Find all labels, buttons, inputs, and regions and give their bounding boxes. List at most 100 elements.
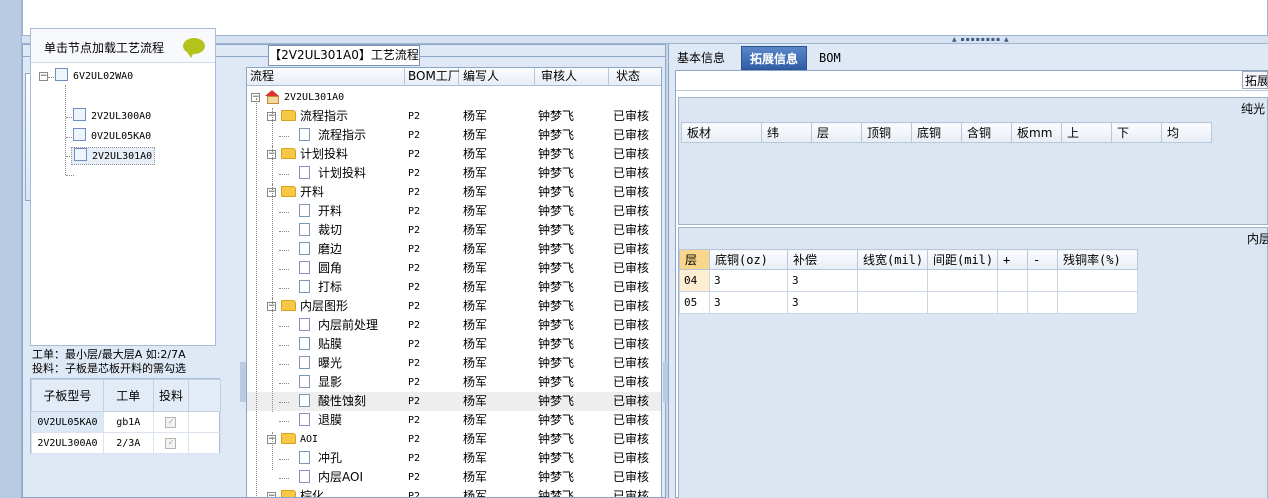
table-row[interactable]: 贴膜 P2 杨军 钟梦飞 已审核 [247, 335, 661, 354]
table-row[interactable]: 裁切 P2 杨军 钟梦飞 已审核 [247, 221, 661, 240]
table-cell[interactable]: 3 [787, 269, 858, 292]
column-header[interactable]: 下 [1111, 122, 1162, 143]
table-row[interactable]: 圆角 P2 杨军 钟梦飞 已审核 [247, 259, 661, 278]
table-row[interactable]: − 流程指示 P2 杨军 钟梦飞 已审核 [247, 107, 661, 126]
column-header[interactable]: - [1027, 249, 1058, 270]
cell-reviewer: 钟梦飞 [538, 489, 575, 498]
table-row[interactable]: − 棕化 P2 杨军 钟梦飞 已审核 [247, 487, 661, 498]
column-header[interactable]: 编写人 [459, 68, 535, 86]
cell-model[interactable]: 2V2UL300A0 [31, 432, 104, 454]
tree-node[interactable]: 2V2UL300A0 [73, 108, 151, 126]
cell-status: 已审核 [613, 147, 650, 161]
extended-toolbar: 拓展 [676, 71, 1268, 91]
column-header[interactable]: 子板型号 [31, 379, 104, 412]
table-row[interactable]: 退膜 P2 杨军 钟梦飞 已审核 [247, 411, 661, 430]
cell-bom-factory: P2 [408, 472, 421, 483]
material-checkbox[interactable]: ✓ [165, 417, 177, 428]
tree-node-selected[interactable]: 2V2UL301A0 [71, 147, 156, 165]
column-header[interactable]: 纬 [761, 122, 812, 143]
cell-writer: 杨军 [463, 299, 488, 313]
table-cell[interactable]: 3 [709, 269, 788, 292]
column-header[interactable]: + [997, 249, 1028, 270]
table-row[interactable]: 2V2UL300A0 2/3A ✓ [31, 432, 221, 454]
column-header[interactable]: 含铜 [961, 122, 1012, 143]
column-header[interactable]: 上 [1061, 122, 1112, 143]
cell-order[interactable]: gb1A [102, 411, 154, 433]
table-row[interactable]: 打标 P2 杨军 钟梦飞 已审核 [247, 278, 661, 297]
table-row[interactable]: 流程指示 P2 杨军 钟梦飞 已审核 [247, 126, 661, 145]
table-cell[interactable] [857, 291, 928, 314]
column-header[interactable]: 审核人 [535, 68, 609, 86]
table-row[interactable]: 曝光 P2 杨军 钟梦飞 已审核 [247, 354, 661, 373]
table-cell[interactable] [997, 269, 1028, 292]
table-row[interactable]: 内层前处理 P2 杨军 钟梦飞 已审核 [247, 316, 661, 335]
tree-header: 单击节点加载工艺流程 [31, 29, 215, 63]
tree-node[interactable]: 0V2UL05KA0 [73, 128, 151, 146]
table-cell[interactable] [997, 291, 1028, 314]
tab-extended-info[interactable]: 拓展信息 [741, 46, 808, 70]
cell-model[interactable]: 0V2UL05KA0 [31, 411, 104, 433]
column-header[interactable]: 线宽(mil) [857, 249, 928, 270]
table-row[interactable]: 冲孔 P2 杨军 钟梦飞 已审核 [247, 449, 661, 468]
column-header[interactable]: 工单 [102, 379, 154, 412]
process-name: 内层图形 [300, 299, 349, 313]
cell-writer: 杨军 [463, 109, 488, 123]
column-header[interactable]: 板mm [1011, 122, 1062, 143]
column-header[interactable]: 均 [1161, 122, 1212, 143]
extend-button[interactable]: 拓展 [1242, 71, 1268, 89]
table-row[interactable]: − 计划投料 P2 杨军 钟梦飞 已审核 [247, 145, 661, 164]
tree-node[interactable]: 6V2UL02WA0 [55, 68, 133, 86]
section-title: 纯光 [1240, 102, 1265, 116]
document-icon [299, 413, 310, 426]
table-row[interactable]: − AOI P2 杨军 钟梦飞 已审核 [247, 430, 661, 449]
table-row[interactable]: − 内层图形 P2 杨军 钟梦飞 已审核 [247, 297, 661, 316]
column-header[interactable]: 补偿 [787, 249, 858, 270]
table-cell[interactable] [857, 269, 928, 292]
table-cell[interactable]: 3 [709, 291, 788, 314]
column-header[interactable]: BOM工厂 [405, 68, 460, 86]
splitter-grip-icon[interactable]: ▲ ▪▪▪▪▪▪▪▪ ▲ [952, 37, 1010, 43]
table-cell[interactable]: 04 [679, 269, 710, 292]
material-checkbox[interactable]: ✓ [165, 438, 177, 449]
column-header[interactable]: 残铜率(%) [1057, 249, 1138, 270]
column-header[interactable]: 流程 [247, 68, 405, 86]
table-cell[interactable] [927, 269, 998, 292]
table-row[interactable]: 计划投料 P2 杨军 钟梦飞 已审核 [247, 164, 661, 183]
cell-bom-factory: P2 [408, 225, 421, 236]
cell-order[interactable]: 2/3A [102, 432, 154, 454]
table-row[interactable]: 磨边 P2 杨军 钟梦飞 已审核 [247, 240, 661, 259]
table-cell[interactable]: 05 [679, 291, 710, 314]
table-row[interactable]: 开料 P2 杨军 钟梦飞 已审核 [247, 202, 661, 221]
table-cell[interactable] [1057, 291, 1138, 314]
collapse-icon[interactable]: − [267, 492, 276, 497]
table-cell[interactable] [1057, 269, 1138, 292]
column-header[interactable]: 投料 [152, 379, 190, 412]
tab-bom[interactable]: BOM [811, 46, 849, 70]
column-header[interactable]: 层 [679, 249, 710, 270]
column-header[interactable]: 底铜 [911, 122, 962, 143]
table-row[interactable]: 酸性蚀刻 P2 杨军 钟梦飞 已审核 [247, 392, 661, 411]
table-cell[interactable] [1027, 269, 1058, 292]
table-row[interactable]: 显影 P2 杨军 钟梦飞 已审核 [247, 373, 661, 392]
speech-bubble-icon[interactable] [183, 38, 205, 58]
table-cell[interactable] [927, 291, 998, 314]
grid-header: 流程 BOM工厂 编写人 审核人 状态 [247, 68, 661, 86]
column-header[interactable]: 状态 [609, 68, 661, 86]
table-row[interactable]: 0V2UL05KA0 gb1A ✓ [31, 411, 221, 433]
table-row[interactable]: 04 3 3 [679, 269, 1138, 292]
cell-writer: 杨军 [463, 185, 488, 199]
collapse-icon[interactable]: − [39, 72, 48, 81]
table-row[interactable]: 05 3 3 [679, 291, 1138, 314]
table-row[interactable]: − 开料 P2 杨军 钟梦飞 已审核 [247, 183, 661, 202]
table-row[interactable]: 内层AOI P2 杨军 钟梦飞 已审核 [247, 468, 661, 487]
column-header[interactable]: 顶铜 [861, 122, 912, 143]
tab-process-flow[interactable]: 【2V2UL301A0】工艺流程 [268, 45, 420, 66]
column-header[interactable]: 底铜(oz) [709, 249, 788, 270]
table-cell[interactable]: 3 [787, 291, 858, 314]
table-cell[interactable] [1027, 291, 1058, 314]
table-row[interactable]: −2V2UL301A0 [247, 88, 661, 107]
tab-basic-info[interactable]: 基本信息 [669, 46, 733, 70]
column-header[interactable]: 层 [811, 122, 862, 143]
column-header[interactable]: 板材 [681, 122, 762, 143]
column-header[interactable]: 间距(mil) [927, 249, 998, 270]
